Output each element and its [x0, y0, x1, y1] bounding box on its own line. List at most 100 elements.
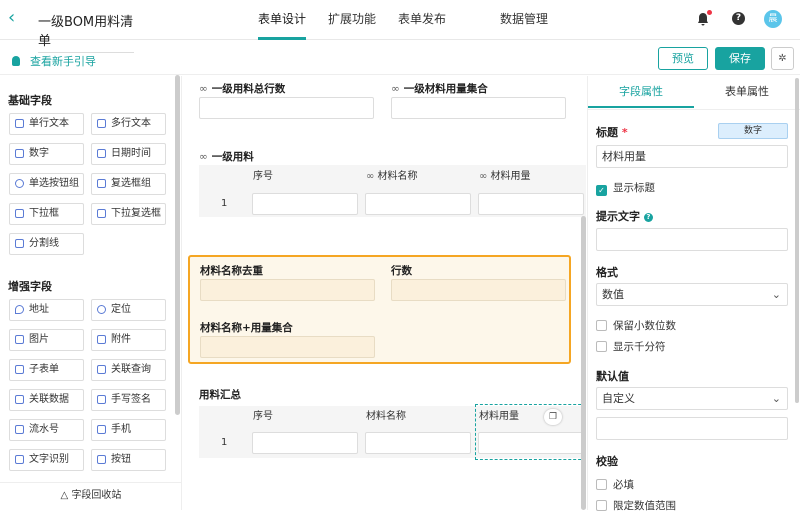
title-input[interactable]: 材料用量 [596, 145, 788, 168]
link-icon: ∞ [391, 83, 400, 95]
guide-link[interactable]: 查看新手引导 [12, 53, 96, 69]
checkbox-box [596, 320, 607, 331]
field-label: 下拉复选框 [111, 208, 161, 219]
default-select[interactable]: 自定义 ⌄ [596, 387, 788, 410]
link-icon: ∞ [199, 83, 208, 95]
textarea-icon [97, 119, 106, 128]
help-icon[interactable]: ? [732, 12, 745, 25]
basic-fields-heading: 基础字段 [8, 94, 52, 107]
show-title-checkbox[interactable]: ✓ 显示标题 [596, 180, 655, 196]
left-scrollbar[interactable] [175, 75, 180, 415]
field-label: 流水号 [29, 424, 59, 435]
field-signature[interactable]: 手写签名 [91, 389, 166, 411]
field-number[interactable]: 数字 [9, 143, 84, 165]
table-cell-input[interactable] [252, 193, 358, 215]
subform-title[interactable]: ∞ 一级用料 [199, 149, 254, 164]
save-button[interactable]: 保存 [715, 47, 765, 70]
button-icon [97, 455, 106, 464]
field-phone[interactable]: 手机 [91, 419, 166, 441]
field-serial[interactable]: 流水号 [9, 419, 84, 441]
rows-input[interactable] [391, 279, 566, 301]
field-attachment[interactable]: 附件 [91, 329, 166, 351]
tab-form-design[interactable]: 表单设计 [258, 0, 307, 40]
qty-collection-input[interactable] [391, 97, 566, 119]
tab-form-props[interactable]: 表单属性 [694, 76, 800, 108]
lightbulb-icon [12, 56, 20, 66]
table-cell-input[interactable] [252, 432, 358, 454]
bell-icon[interactable] [697, 10, 712, 26]
crosshair-icon [97, 305, 106, 314]
field-label: 分割线 [29, 238, 59, 249]
field-radio[interactable]: 单选按钮组 [9, 173, 84, 195]
field-total-rows-label[interactable]: ∞ 一级用料总行数 [199, 81, 285, 96]
tab-extensions[interactable]: 扩展功能 [328, 0, 376, 40]
field-divider[interactable]: 分割线 [9, 233, 84, 255]
preview-button[interactable]: 预览 [658, 47, 708, 70]
canvas-scrollbar[interactable] [581, 216, 586, 510]
label-text: 一级用料总行数 [211, 83, 286, 95]
summary-title[interactable]: 用料汇总 [199, 387, 241, 402]
hidden-fields-group[interactable]: 材料名称去重 行数 材料名称+用量集合 [188, 255, 571, 364]
name-qty-input[interactable] [200, 336, 375, 358]
hint-input[interactable] [596, 228, 788, 251]
field-button[interactable]: 按钮 [91, 449, 166, 471]
field-label: 日期时间 [111, 148, 151, 159]
field-geo[interactable]: 定位 [91, 299, 166, 321]
row-number: 1 [221, 437, 228, 448]
chevron-down-icon: ⌄ [771, 288, 781, 301]
table-icon [15, 365, 24, 374]
format-select[interactable]: 数值 ⌄ [596, 283, 788, 306]
field-qty-collection-label[interactable]: ∞ 一级材料用量集合 [391, 81, 488, 96]
thousands-checkbox[interactable]: 显示千分符 [596, 339, 666, 354]
field-label: 定位 [111, 304, 131, 315]
link-icon: ∞ [479, 171, 491, 182]
tab-publish[interactable]: 表单发布 [398, 0, 446, 40]
table-cell-input[interactable] [478, 432, 584, 454]
info-icon[interactable]: ? [643, 213, 653, 222]
field-image[interactable]: 图片 [9, 329, 84, 351]
default-value-input[interactable] [596, 417, 788, 440]
field-single-text[interactable]: 单行文本 [9, 113, 84, 135]
field-checkbox[interactable]: 复选框组 [91, 173, 166, 195]
field-label: 图片 [29, 334, 49, 345]
avatar[interactable]: 晨 [764, 10, 782, 28]
tab-data-management[interactable]: 数据管理 [500, 0, 548, 40]
dropdown-icon [15, 209, 24, 218]
range-checkbox[interactable]: 限定数值范围 [596, 498, 676, 513]
table-cell-input[interactable] [478, 193, 584, 215]
notification-dot [707, 10, 712, 15]
required-checkbox[interactable]: 必填 [596, 477, 634, 492]
field-datetime[interactable]: 日期时间 [91, 143, 166, 165]
field-multi-text[interactable]: 多行文本 [91, 113, 166, 135]
col-header-text: 材料用量 [490, 171, 531, 182]
keep-decimal-checkbox[interactable]: 保留小数位数 [596, 318, 676, 333]
field-ocr[interactable]: 文字识别 [9, 449, 84, 471]
dedupe-input[interactable] [200, 279, 375, 301]
copy-icon[interactable]: ❐ [544, 409, 562, 425]
back-arrow-icon[interactable]: ‹ [8, 8, 24, 28]
table-cell-input[interactable] [365, 193, 471, 215]
field-recycle-bin[interactable]: △ 字段回收站 [0, 482, 182, 510]
tab-field-props[interactable]: 字段属性 [588, 76, 694, 108]
validation-label: 校验 [596, 455, 618, 468]
chevron-down-icon: ⌄ [771, 392, 781, 405]
field-subform[interactable]: 子表单 [9, 359, 84, 381]
image-icon [15, 335, 24, 344]
table-cell-input[interactable] [365, 432, 471, 454]
total-rows-input[interactable] [199, 97, 374, 119]
share-icon: ✲ [778, 53, 787, 64]
guide-label: 查看新手引导 [30, 55, 96, 68]
field-multi-dropdown[interactable]: 下拉复选框 [91, 203, 166, 225]
field-dropdown[interactable]: 下拉框 [9, 203, 84, 225]
share-button[interactable]: ✲ [771, 47, 794, 70]
field-related-query[interactable]: 关联查询 [91, 359, 166, 381]
field-address[interactable]: 地址 [9, 299, 84, 321]
pen-icon [97, 395, 106, 404]
show-title-label: 显示标题 [613, 182, 655, 194]
field-label: 单选按钮组 [29, 178, 79, 189]
right-scrollbar[interactable] [795, 78, 799, 403]
field-rows-label: 行数 [391, 265, 412, 277]
checkbox-box [596, 500, 607, 511]
field-related-data[interactable]: 关联数据 [9, 389, 84, 411]
toolbar: 查看新手引导 预览 保存 ✲ [0, 41, 800, 75]
